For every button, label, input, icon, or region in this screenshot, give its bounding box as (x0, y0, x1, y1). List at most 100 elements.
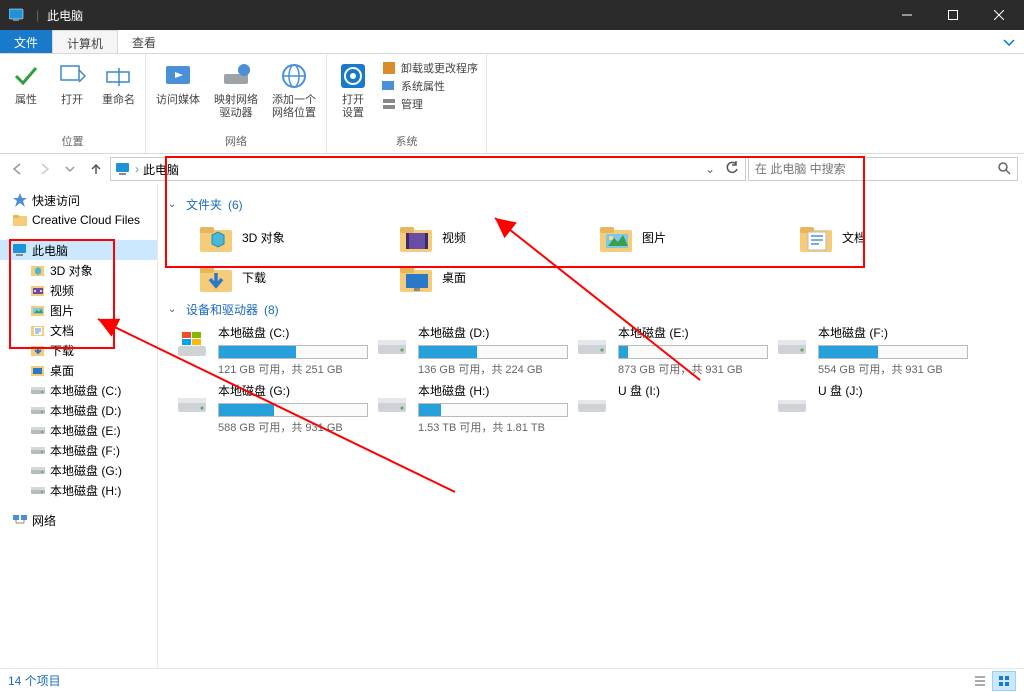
sidebar-item[interactable]: 本地磁盘 (C:) (0, 380, 157, 400)
3d-icon (30, 262, 46, 278)
sidebar-item-label: 图片 (50, 302, 74, 319)
ribbon-manage[interactable]: 管理 (381, 96, 478, 112)
pic-folder-icon (598, 221, 634, 253)
sidebar-item[interactable]: 桌面 (0, 360, 157, 380)
tab-computer[interactable]: 计算机 (52, 30, 118, 53)
ribbon-properties[interactable]: 属性 (6, 56, 46, 107)
ribbon-collapse-button[interactable] (994, 30, 1024, 53)
maximize-button[interactable] (930, 0, 976, 30)
sidebar-item[interactable]: 下载 (0, 340, 157, 360)
ribbon-uninstall[interactable]: 卸载或更改程序 (381, 60, 478, 76)
nav-up-button[interactable] (84, 157, 108, 181)
view-icons-button[interactable] (992, 671, 1016, 691)
tab-file[interactable]: 文件 (0, 30, 52, 53)
ribbon-map-drive[interactable]: 映射网络 驱动器 (210, 56, 262, 120)
drive-icon (30, 402, 46, 418)
drive-item[interactable]: 本地磁盘 (D:) 136 GB 可用，共 224 GB (368, 324, 568, 374)
folder-item[interactable]: 下载 (168, 259, 368, 295)
drive-item[interactable]: 本地磁盘 (F:) 554 GB 可用，共 931 GB (768, 324, 968, 374)
folder-item[interactable]: 视频 (368, 219, 568, 255)
checkmark-icon (10, 60, 42, 92)
sidebar-item[interactable]: 本地磁盘 (G:) (0, 460, 157, 480)
app-icon (8, 6, 26, 24)
sidebar-item-label: 本地磁盘 (G:) (50, 462, 122, 479)
sidebar-item-label: Creative Cloud Files (32, 213, 140, 227)
drive-usage-text: 136 GB 可用，共 224 GB (418, 361, 568, 377)
drive-icon (574, 382, 610, 418)
folder-label: 桌面 (442, 269, 466, 286)
nav-back-button[interactable] (6, 157, 30, 181)
folder-item[interactable]: 桌面 (368, 259, 568, 295)
folder-item[interactable]: 图片 (568, 219, 768, 255)
folder-label: 图片 (642, 229, 666, 246)
sidebar-item[interactable]: 3D 对象 (0, 260, 157, 280)
sidebar-item[interactable]: 本地磁盘 (H:) (0, 480, 157, 500)
ribbon-open[interactable]: 打开 (52, 56, 92, 107)
section-folders-header[interactable]: ⌄ 文件夹 (6) (168, 196, 1014, 213)
drive-name: 本地磁盘 (C:) (218, 324, 368, 341)
drive-icon (774, 324, 810, 360)
sidebar-item[interactable]: 本地磁盘 (F:) (0, 440, 157, 460)
drive-usage-bar (418, 345, 568, 359)
minimize-button[interactable] (884, 0, 930, 30)
sidebar-item-label: 本地磁盘 (E:) (50, 422, 121, 439)
ribbon-add-network-location[interactable]: 添加一个 网络位置 (268, 56, 320, 120)
drive-item[interactable]: U 盘 (J:) (768, 382, 968, 432)
drive-name: 本地磁盘 (D:) (418, 324, 568, 341)
sidebar-item[interactable]: 文档 (0, 320, 157, 340)
chevron-down-icon[interactable]: ⌄ (701, 162, 719, 176)
drives-grid: 本地磁盘 (C:)121 GB 可用，共 251 GB 本地磁盘 (D:) 136 … (168, 324, 1014, 432)
sidebar-item[interactable]: 此电脑 (0, 240, 157, 260)
sidebar-item[interactable]: 本地磁盘 (E:) (0, 420, 157, 440)
drive-item[interactable]: 本地磁盘 (E:)873 GB 可用，共 931 GB (568, 324, 768, 374)
nav-forward-button[interactable] (32, 157, 56, 181)
sidebar-item-label: 网络 (32, 512, 56, 529)
view-details-button[interactable] (968, 671, 992, 691)
star-icon (12, 192, 28, 208)
address-bar[interactable]: › 此电脑 ⌄ (110, 157, 746, 181)
drive-icon (30, 482, 46, 498)
drive-name: 本地磁盘 (F:) (818, 324, 968, 341)
folder-item[interactable]: 3D 对象 (168, 219, 368, 255)
ribbon-open-settings[interactable]: 打开 设置 (333, 56, 373, 120)
sidebar-item[interactable]: 本地磁盘 (D:) (0, 400, 157, 420)
drive-item[interactable]: U 盘 (I:) (568, 382, 768, 432)
pic-icon (30, 302, 46, 318)
dl-icon (30, 342, 46, 358)
sidebar-item-label: 桌面 (50, 362, 74, 379)
close-button[interactable] (976, 0, 1022, 30)
search-box[interactable] (748, 157, 1018, 181)
sidebar-item-label: 文档 (50, 322, 74, 339)
drive-usage-text: 554 GB 可用，共 931 GB (818, 361, 968, 377)
refresh-button[interactable] (723, 161, 741, 178)
drive-item[interactable]: 本地磁盘 (H:)1.53 TB 可用，共 1.81 TB (368, 382, 568, 432)
drive-icon (174, 382, 210, 418)
breadcrumb-segment[interactable]: 此电脑 (143, 161, 179, 178)
sidebar-item[interactable]: Creative Cloud Files (0, 210, 157, 230)
ribbon-rename[interactable]: 重命名 (98, 56, 139, 107)
status-text: 14 个项目 (8, 672, 61, 689)
desk-folder-icon (398, 261, 434, 293)
search-input[interactable] (755, 162, 997, 176)
drive-item[interactable]: 本地磁盘 (C:)121 GB 可用，共 251 GB (168, 324, 368, 374)
map-drive-icon (220, 60, 252, 92)
folder-item[interactable]: 文档 (768, 219, 968, 255)
tab-view[interactable]: 查看 (118, 30, 170, 53)
ribbon-access-media[interactable]: 访问媒体 (152, 56, 204, 107)
drive-item[interactable]: 本地磁盘 (G:)588 GB 可用，共 931 GB (168, 382, 368, 432)
nav-recent-button[interactable] (58, 157, 82, 181)
drive-icon (174, 324, 210, 360)
sidebar: 快速访问 Creative Cloud Files 此电脑3D 对象视频图片文档下载… (0, 184, 158, 668)
section-drives-header[interactable]: ⌄ 设备和驱动器 (8) (168, 301, 1014, 318)
sidebar-item[interactable]: 快速访问 (0, 190, 157, 210)
drive-icon (30, 462, 46, 478)
sidebar-item[interactable]: 视频 (0, 280, 157, 300)
ribbon-system-props[interactable]: 系统属性 (381, 78, 478, 94)
sidebar-item[interactable]: 网络 (0, 510, 157, 530)
video-icon (30, 282, 46, 298)
drive-icon (574, 324, 610, 360)
folders-grid: 3D 对象视频 图片 文档下载 桌面 (168, 219, 1014, 295)
open-icon (56, 60, 88, 92)
properties-icon (381, 78, 397, 94)
sidebar-item[interactable]: 图片 (0, 300, 157, 320)
